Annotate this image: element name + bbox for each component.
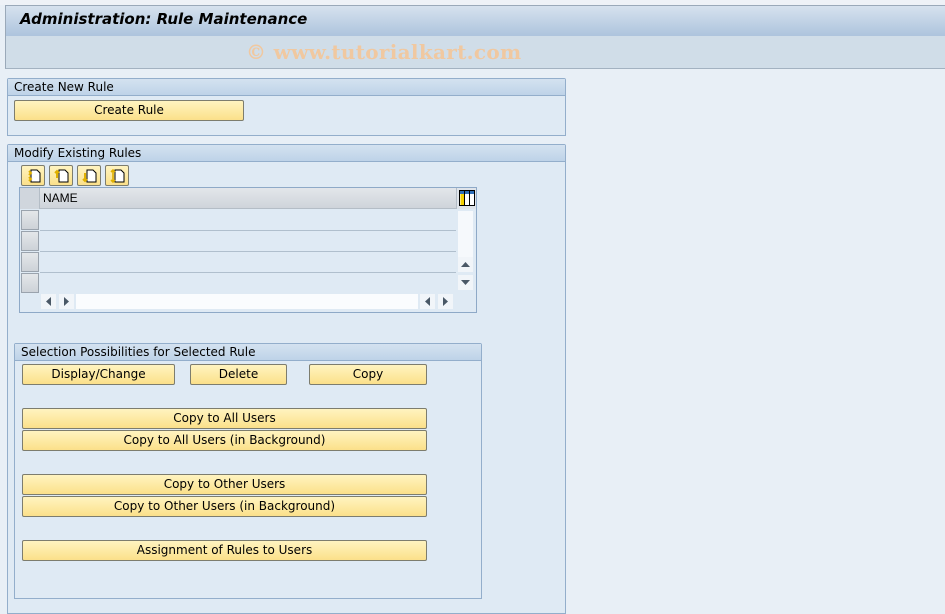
- scroll-right-button[interactable]: [59, 294, 74, 309]
- scroll-up-button[interactable]: [458, 257, 473, 272]
- group-title: Create New Rule: [8, 79, 565, 96]
- arrow-right-icon: [443, 297, 448, 306]
- watermark: © www.tutorialkart.com: [246, 40, 522, 64]
- row-selector[interactable]: [21, 252, 39, 272]
- delete-button[interactable]: Delete: [190, 364, 287, 385]
- table-row[interactable]: [40, 251, 456, 252]
- row-selector[interactable]: [21, 210, 39, 230]
- application-toolbar: © www.tutorialkart.com: [5, 36, 945, 69]
- insert-above-button[interactable]: [49, 165, 73, 186]
- copy-button[interactable]: Copy: [309, 364, 427, 385]
- scroll-left-button-2[interactable]: [420, 294, 435, 309]
- insert-above-icon: [54, 169, 69, 183]
- rules-table: NAME: [19, 187, 477, 313]
- table-row[interactable]: [40, 230, 456, 231]
- arrow-left-icon: [425, 297, 430, 306]
- create-rule-group: Create New Rule Create Rule: [7, 78, 566, 136]
- scroll-right-button-2[interactable]: [438, 294, 453, 309]
- column-config-button[interactable]: [456, 188, 476, 209]
- assignment-of-rules-button[interactable]: Assignment of Rules to Users: [22, 540, 427, 561]
- row-selector[interactable]: [21, 231, 39, 251]
- vertical-scrollbar[interactable]: [458, 211, 473, 257]
- table-row[interactable]: [40, 272, 456, 273]
- select-all-cell[interactable]: [20, 188, 40, 209]
- group-title: Selection Possibilities for Selected Rul…: [15, 344, 481, 361]
- scroll-left-button[interactable]: [41, 294, 56, 309]
- insert-below-icon: [82, 169, 97, 183]
- copy-to-other-users-button[interactable]: Copy to Other Users: [22, 474, 427, 495]
- insert-row-button[interactable]: [21, 165, 45, 186]
- arrow-up-icon: [461, 262, 470, 267]
- title-bar: Administration: Rule Maintenance: [5, 5, 945, 36]
- modify-rules-group: Modify Existing Rules NAME Selection Pos…: [7, 144, 566, 614]
- row-selector[interactable]: [21, 273, 39, 293]
- copy-to-other-users-background-button[interactable]: Copy to Other Users (in Background): [22, 496, 427, 517]
- arrow-down-icon: [461, 280, 470, 285]
- move-row-icon: [110, 168, 125, 184]
- table-header: NAME: [20, 188, 456, 209]
- group-title: Modify Existing Rules: [8, 145, 565, 162]
- selection-possibilities-group: Selection Possibilities for Selected Rul…: [14, 343, 482, 599]
- scroll-down-button[interactable]: [458, 275, 473, 290]
- column-header-name[interactable]: NAME: [43, 191, 78, 205]
- insert-row-icon: [28, 169, 41, 183]
- copy-to-all-users-background-button[interactable]: Copy to All Users (in Background): [22, 430, 427, 451]
- horizontal-scrollbar[interactable]: [76, 294, 418, 309]
- create-rule-button[interactable]: Create Rule: [14, 100, 244, 121]
- arrow-right-icon: [64, 297, 69, 306]
- insert-below-button[interactable]: [77, 165, 101, 186]
- arrow-left-icon: [46, 297, 51, 306]
- copy-to-all-users-button[interactable]: Copy to All Users: [22, 408, 427, 429]
- column-layout-icon: [459, 190, 475, 206]
- page-title: Administration: Rule Maintenance: [20, 10, 308, 28]
- display-change-button[interactable]: Display/Change: [22, 364, 175, 385]
- move-row-button[interactable]: [105, 165, 129, 186]
